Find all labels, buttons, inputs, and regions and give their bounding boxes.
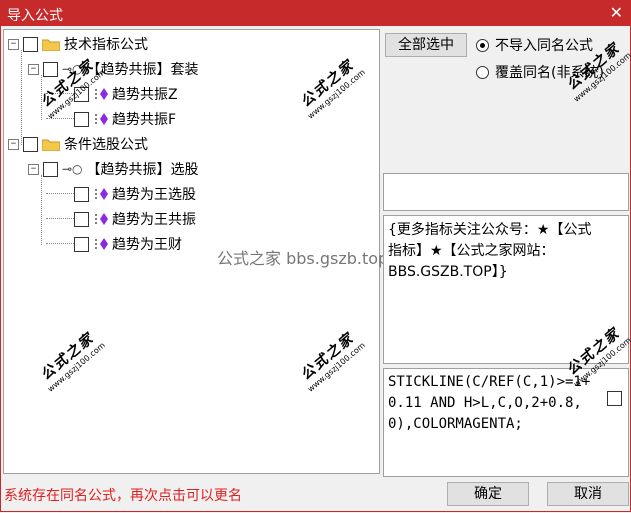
checkbox[interactable] xyxy=(23,136,38,152)
diamond-icon xyxy=(93,112,109,126)
status-message: 系统存在同名公式，再次点击可以更名 xyxy=(4,488,242,504)
tree-node-label: 趋势为王财 xyxy=(112,237,182,253)
tree-node-resonance-set[interactable]: − ⊸○ 【趋势共振】套装 xyxy=(28,59,199,79)
close-icon[interactable]: ✕ xyxy=(610,3,623,22)
tree-node-label: 【趋势共振】套装 xyxy=(86,62,199,78)
select-all-button[interactable]: 全部选中 xyxy=(385,33,467,57)
checkbox[interactable] xyxy=(43,161,58,177)
tree-node-screening-formulas[interactable]: − 条件选股公式 xyxy=(8,134,148,154)
tree-connector xyxy=(46,243,74,244)
key-icon: ⊸○ xyxy=(62,62,83,76)
info-text: {更多指标关注公众号：★【公式指标】★【公式之家网站：BBS.GSZB.TOP】… xyxy=(388,222,592,280)
collapse-icon[interactable]: − xyxy=(8,38,19,50)
collapse-icon[interactable]: − xyxy=(28,63,39,75)
watermark-stamp: 公式之家 www.gszj100.com xyxy=(298,57,367,121)
radio-label: 覆盖同名(非系统) xyxy=(495,65,604,81)
formula-checkbox[interactable] xyxy=(607,391,622,406)
tree-connector xyxy=(46,118,74,119)
radio-overwrite-same-name[interactable]: 覆盖同名(非系统) xyxy=(476,62,604,82)
diamond-icon xyxy=(93,87,109,101)
checkbox[interactable] xyxy=(74,211,89,227)
watermark-stamp: 公式之家 www.gszj100.com xyxy=(38,330,107,394)
tree-connector xyxy=(46,93,74,94)
center-watermark: 公式之家 bbs.gszb.top xyxy=(217,249,389,268)
tree-connector xyxy=(46,193,74,194)
window-title: 导入公式 xyxy=(7,8,63,24)
tree-node-label: 趋势共振Z xyxy=(112,87,178,103)
checkbox[interactable] xyxy=(74,186,89,202)
tree-node-king-screen[interactable]: 趋势为王选股 xyxy=(74,184,196,204)
checkbox[interactable] xyxy=(74,86,89,102)
folder-icon xyxy=(42,38,60,51)
diamond-icon xyxy=(93,237,109,251)
tree-connector xyxy=(41,175,42,245)
checkbox[interactable] xyxy=(74,111,89,127)
checkbox[interactable] xyxy=(74,236,89,252)
tree-connector xyxy=(41,75,42,120)
formula-text: STICKLINE(C/REF(C,1)>=1+0.11 AND H>L,C,O… xyxy=(388,374,591,432)
tree-node-indicator-formulas[interactable]: − 技术指标公式 xyxy=(8,34,148,54)
radio-label: 不导入同名公式 xyxy=(495,38,593,54)
collapse-icon[interactable]: − xyxy=(8,138,19,150)
title-bar: 导入公式 ✕ xyxy=(0,0,631,26)
tree-connector xyxy=(21,50,22,145)
watermark-stamp: 公式之家 www.gszj100.com xyxy=(298,330,367,394)
checkbox[interactable] xyxy=(43,61,58,77)
radio-skip-same-name[interactable]: 不导入同名公式 xyxy=(476,35,593,55)
checkbox[interactable] xyxy=(23,36,38,52)
tree-node-label: 条件选股公式 xyxy=(64,137,148,153)
key-icon: ⊸○ xyxy=(62,162,83,176)
folder-icon xyxy=(42,138,60,151)
tree-connector xyxy=(46,218,74,219)
radio-selected-icon xyxy=(476,38,489,52)
tree-node-king-wealth[interactable]: 趋势为王财 xyxy=(74,234,182,254)
tree-node-resonance-f[interactable]: 趋势共振F xyxy=(74,109,176,129)
tree-node-resonance-screen[interactable]: − ⊸○ 【趋势共振】选股 xyxy=(28,159,199,179)
cancel-button[interactable]: 取消 xyxy=(547,482,629,506)
ok-button[interactable]: 确定 xyxy=(447,482,529,506)
collapse-icon[interactable]: − xyxy=(28,163,39,175)
tree-node-resonance-z[interactable]: 趋势共振Z xyxy=(74,84,178,104)
tree-node-king-resonance[interactable]: 趋势为王共振 xyxy=(74,209,196,229)
diamond-icon xyxy=(93,212,109,226)
radio-unselected-icon xyxy=(476,65,489,79)
tree-node-label: 技术指标公式 xyxy=(64,37,148,53)
tree-node-label: 趋势共振F xyxy=(112,112,177,128)
tree-node-label: 【趋势共振】选股 xyxy=(86,162,199,178)
tree-node-label: 趋势为王共振 xyxy=(112,212,196,228)
tree-node-label: 趋势为王选股 xyxy=(112,187,196,203)
name-field[interactable] xyxy=(383,173,629,211)
diamond-icon xyxy=(93,187,109,201)
